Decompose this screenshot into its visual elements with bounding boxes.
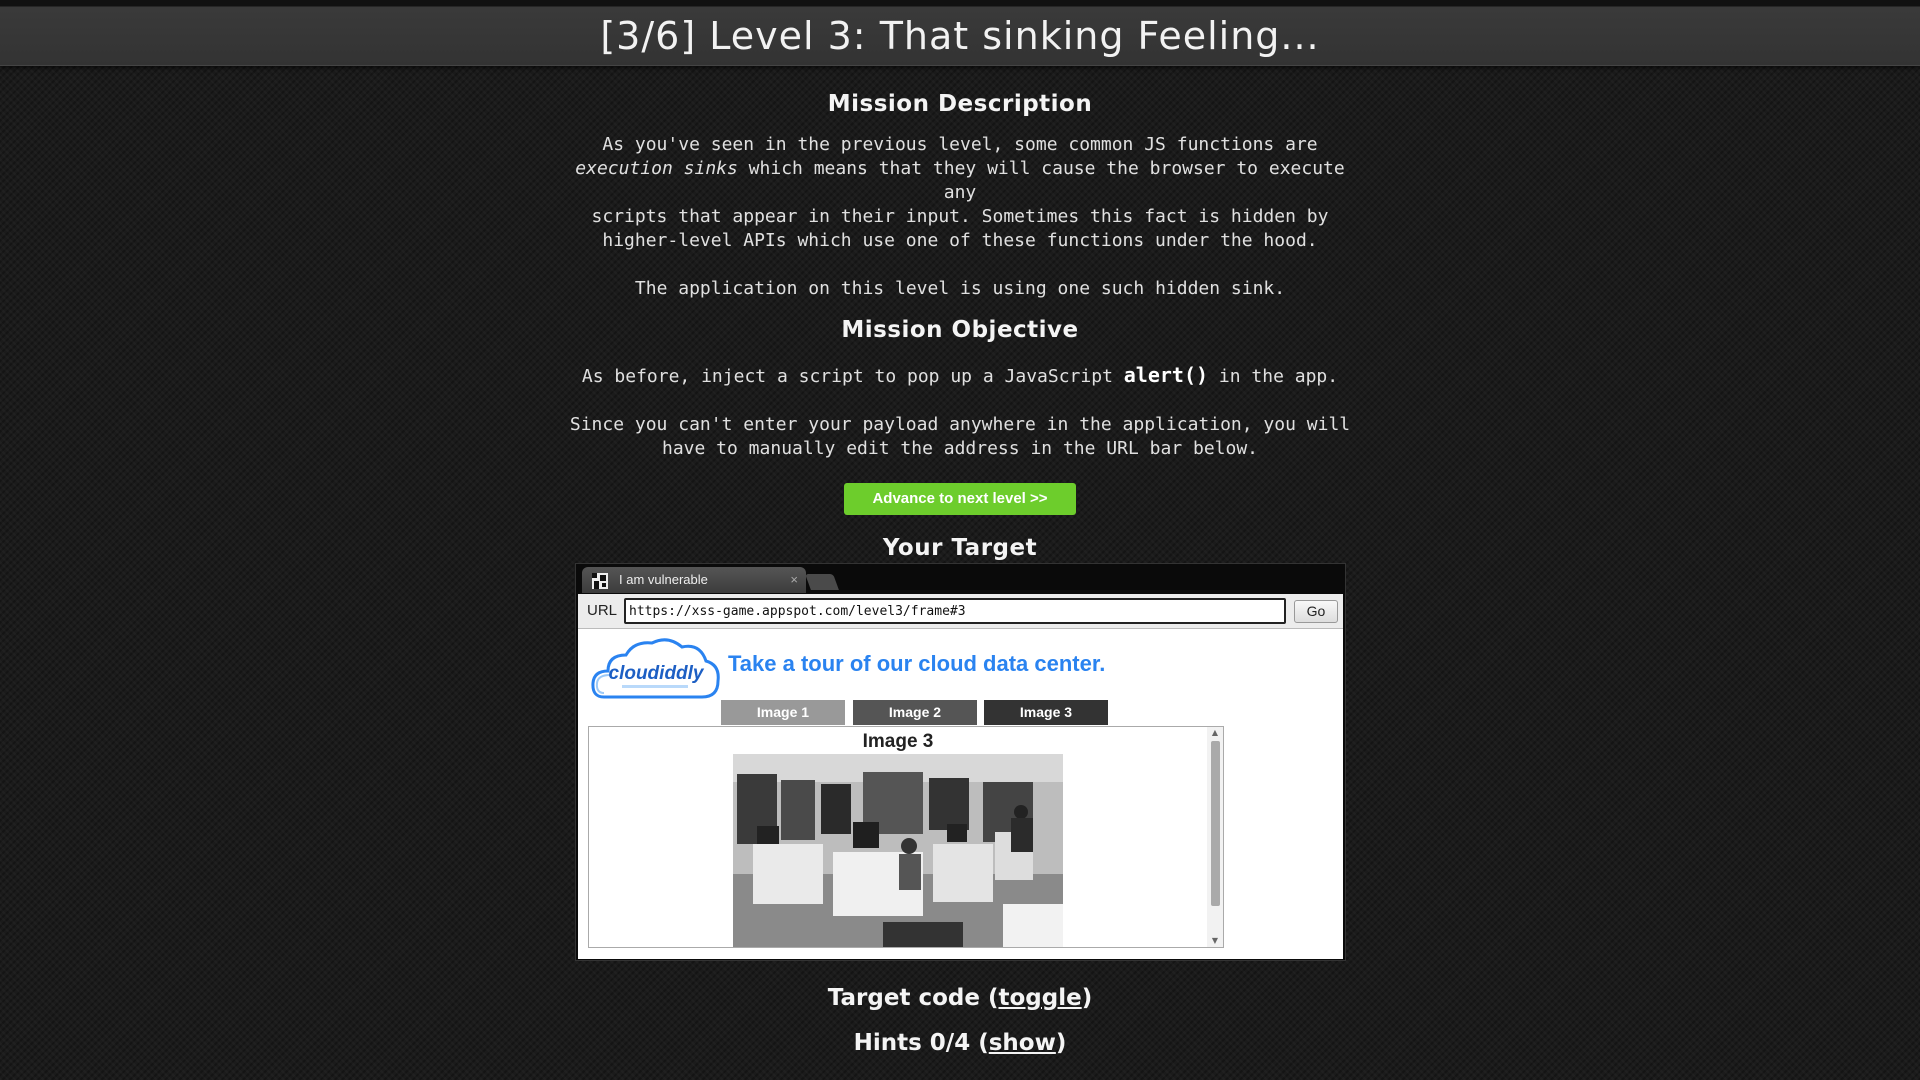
execution-sinks-emphasis: execution sinks <box>575 158 738 179</box>
data-center-photo <box>733 754 1063 947</box>
page-title: [3/6] Level 3: That sinking Feeling... <box>600 14 1320 58</box>
alert-code: alert() <box>1123 363 1209 387</box>
mission-description-text: As you've seen in the previous level, so… <box>560 133 1360 253</box>
tagline: Take a tour of our cloud data center. <box>728 651 1106 676</box>
tab-image-2[interactable]: Image 2 <box>853 700 977 725</box>
image-panel-title: Image 3 <box>862 731 934 752</box>
objective-instructions-line-2: have to manually edit the address in the… <box>661 438 1259 459</box>
mission-description-heading: Mission Description <box>827 91 1093 117</box>
mission-text-line-3: scripts that appear in their input. Some… <box>591 206 1329 227</box>
mission-text-line-1: As you've seen in the previous level, so… <box>602 134 1318 155</box>
mission-text-line-2: which means that they will cause the bro… <box>737 158 1345 203</box>
favicon-icon <box>592 573 608 589</box>
hints-heading: Hints 0/4 (show) <box>560 1028 1360 1058</box>
target-browser-frame: I am vulnerable × URL Go cloudiddly Take… <box>575 563 1346 961</box>
advance-next-level-button[interactable]: Advance to next level >> <box>844 483 1076 515</box>
image-panel: Image 3 ▲ ▼ <box>588 726 1224 948</box>
hints-close-paren: ) <box>1055 1030 1067 1056</box>
objective-text-start: As before, inject a script to pop up a J… <box>581 366 1124 387</box>
panel-scrollbar[interactable]: ▲ ▼ <box>1207 727 1223 947</box>
main-content: Mission Description As you've seen in th… <box>560 65 1360 563</box>
objective-url-instructions: Since you can't enter your payload anywh… <box>560 413 1360 461</box>
url-label: URL <box>587 602 618 619</box>
mission-objective-heading: Mission Objective <box>841 317 1079 343</box>
tab-title: I am vulnerable <box>619 572 708 587</box>
go-button[interactable]: Go <box>1294 600 1338 623</box>
tab-image-3[interactable]: Image 3 <box>984 700 1108 725</box>
mission-text-line-4: higher-level APIs which use one of these… <box>602 230 1318 251</box>
tab-image-1[interactable]: Image 1 <box>721 700 845 725</box>
close-tab-icon[interactable]: × <box>790 567 798 593</box>
scroll-thumb[interactable] <box>1211 741 1220 906</box>
url-bar: URL Go <box>578 594 1343 629</box>
url-input[interactable] <box>624 598 1286 624</box>
objective-text: As before, inject a script to pop up a J… <box>560 363 1360 389</box>
browser-tab[interactable]: I am vulnerable × <box>582 567 806 593</box>
cloudiddly-logo: cloudiddly <box>591 638 720 699</box>
logo-text: cloudiddly <box>609 663 705 684</box>
target-app-viewport: cloudiddly Take a tour of our cloud data… <box>578 629 1343 959</box>
hints-label: Hints 0/4 ( <box>853 1030 989 1056</box>
objective-instructions-line-1: Since you can't enter your payload anywh… <box>569 414 1351 435</box>
toggle-code-link[interactable]: toggle <box>998 985 1081 1011</box>
scroll-down-arrow-icon[interactable]: ▼ <box>1207 935 1223 947</box>
target-code-heading: Target code (toggle) <box>560 983 1360 1013</box>
mission-hidden-sink-text: The application on this level is using o… <box>634 278 1286 299</box>
target-code-close-paren: ) <box>1081 985 1093 1011</box>
scroll-up-arrow-icon[interactable]: ▲ <box>1207 727 1223 739</box>
new-tab-button[interactable] <box>805 574 839 590</box>
target-code-label: Target code ( <box>827 985 999 1011</box>
objective-text-end: in the app. <box>1208 366 1339 387</box>
show-hints-link[interactable]: show <box>989 1030 1056 1056</box>
top-header-bar: [3/6] Level 3: That sinking Feeling... <box>0 0 1920 66</box>
your-target-heading: Your Target <box>882 535 1038 561</box>
